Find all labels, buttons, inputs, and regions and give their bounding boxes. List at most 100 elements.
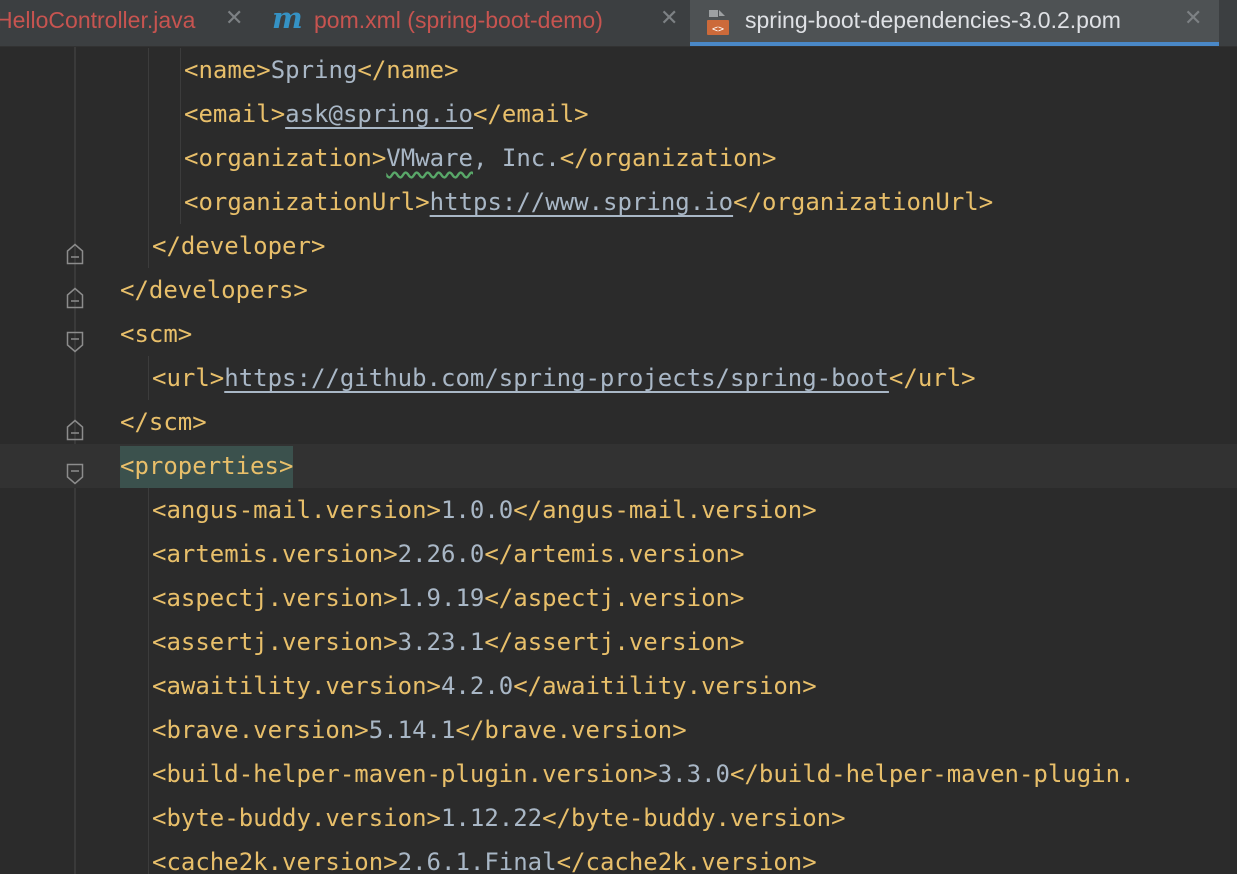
code-text: <url>https://github.com/spring-projects/… xyxy=(152,356,976,400)
code-line[interactable]: <assertj.version>3.23.1</assertj.version… xyxy=(0,620,1237,664)
code-line[interactable]: <byte-buddy.version>1.12.22</byte-buddy.… xyxy=(0,796,1237,840)
code-value: VMware xyxy=(386,144,473,172)
code-link[interactable]: ask@spring.io xyxy=(285,100,473,128)
code-line[interactable]: </developers> xyxy=(0,268,1237,312)
code-link[interactable]: https://github.com/spring-projects/sprin… xyxy=(224,364,889,392)
code-line[interactable]: <artemis.version>2.26.0</artemis.version… xyxy=(0,532,1237,576)
code-line[interactable]: <name>Spring</name> xyxy=(0,48,1237,92)
xml-tag: </name> xyxy=(357,56,459,84)
xml-tag: </assertj.version> xyxy=(484,628,745,656)
xml-tag: <name> xyxy=(184,56,271,84)
xml-tag: <build-helper-maven-plugin.version> xyxy=(152,760,658,788)
xml-tag: <properties> xyxy=(120,446,294,488)
indent-guide xyxy=(148,708,149,752)
tab-hello-controller[interactable]: HelloController.java ✕ xyxy=(0,0,266,46)
code-line[interactable]: <build-helper-maven-plugin.version>3.3.0… xyxy=(0,752,1237,796)
svg-text:<>: <> xyxy=(712,24,724,35)
code-line[interactable]: <brave.version>5.14.1</brave.version> xyxy=(0,708,1237,752)
code-text: <properties> xyxy=(120,444,294,488)
code-value: 4.2.0 xyxy=(440,672,514,700)
xml-tag: </organization> xyxy=(559,144,777,172)
tab-spring-boot-dependencies[interactable]: <> spring-boot-dependencies-3.0.2.pom ✕ xyxy=(690,0,1219,46)
code-text: <aspectj.version>1.9.19</aspectj.version… xyxy=(152,576,744,620)
xml-tag: <cache2k.version> xyxy=(152,848,398,874)
xml-tag: </awaitility.version> xyxy=(513,672,817,700)
xml-tag: <scm> xyxy=(120,320,193,348)
xml-tag: </developers> xyxy=(120,276,308,304)
indent-guide xyxy=(180,180,181,224)
code-line[interactable]: </developer> xyxy=(0,224,1237,268)
xml-tag: <awaitility.version> xyxy=(152,672,441,700)
code-value: 1.12.22 xyxy=(440,804,543,832)
xml-tag: <organizationUrl> xyxy=(184,188,430,216)
code-value: 3.3.0 xyxy=(657,760,730,788)
close-icon[interactable]: ✕ xyxy=(225,5,243,31)
code-line[interactable]: <cache2k.version>2.6.1.Final</cache2k.ve… xyxy=(0,840,1237,874)
tab-label: pom.xml (spring-boot-demo) xyxy=(314,7,603,33)
code-line[interactable]: <aspectj.version>1.9.19</aspectj.version… xyxy=(0,576,1237,620)
code-value: 5.14.1 xyxy=(368,716,456,744)
code-text: <angus-mail.version>1.0.0</angus-mail.ve… xyxy=(152,488,817,532)
fold-end-icon[interactable] xyxy=(66,411,84,441)
active-tab-indicator xyxy=(690,42,1219,46)
xml-tag: <assertj.version> xyxy=(152,628,398,656)
indent-guide xyxy=(180,48,181,92)
xml-tag: </organizationUrl> xyxy=(733,188,994,216)
code-link[interactable]: https://www.spring.io xyxy=(430,188,733,216)
xml-tag: <url> xyxy=(152,364,225,392)
indent-guide xyxy=(148,620,149,664)
code-line[interactable]: <url>https://github.com/spring-projects/… xyxy=(0,356,1237,400)
code-line[interactable]: <organization>VMware, Inc.</organization… xyxy=(0,136,1237,180)
code-text: </developers> xyxy=(120,268,308,312)
pom-file-icon: <> xyxy=(707,10,729,35)
code-line[interactable]: <email>ask@spring.io</email> xyxy=(0,92,1237,136)
close-icon[interactable]: ✕ xyxy=(660,5,678,31)
code-line[interactable]: <scm> xyxy=(0,312,1237,356)
maven-m-icon: m xyxy=(272,1,303,35)
xml-tag: </byte-buddy.version> xyxy=(542,804,846,832)
close-icon[interactable]: ✕ xyxy=(1184,5,1202,31)
editor-tab-bar: HelloController.java ✕ m pom.xml (spring… xyxy=(0,0,1237,47)
code-text: <awaitility.version>4.2.0</awaitility.ve… xyxy=(152,664,817,708)
indent-guide xyxy=(148,92,149,136)
xml-tag: </brave.version> xyxy=(455,716,687,744)
indent-guide xyxy=(148,356,149,400)
code-text: </developer> xyxy=(152,224,325,268)
indent-guide xyxy=(148,136,149,180)
xml-tag: <artemis.version> xyxy=(152,540,398,568)
indent-guide xyxy=(148,752,149,796)
xml-tag: <byte-buddy.version> xyxy=(152,804,441,832)
code-value: 2.6.1.Final xyxy=(397,848,557,874)
xml-tag: </developer> xyxy=(152,232,326,260)
fold-end-icon[interactable] xyxy=(66,279,84,309)
xml-tag: <angus-mail.version> xyxy=(152,496,441,524)
xml-tag: <aspectj.version> xyxy=(152,584,398,612)
xml-tag: <email> xyxy=(184,100,286,128)
xml-tag: </scm> xyxy=(120,408,207,436)
indent-guide xyxy=(148,488,149,532)
fold-end-icon[interactable] xyxy=(66,235,84,265)
xml-tag: </cache2k.version> xyxy=(556,848,817,874)
indent-guide xyxy=(180,92,181,136)
tab-label: spring-boot-dependencies-3.0.2.pom xyxy=(745,7,1121,33)
fold-collapse-icon[interactable] xyxy=(66,455,84,485)
code-line[interactable]: <awaitility.version>4.2.0</awaitility.ve… xyxy=(0,664,1237,708)
code-editor[interactable]: <name>Spring</name> <email>ask@spring.io<… xyxy=(0,47,1237,874)
code-value: 1.0.0 xyxy=(440,496,514,524)
code-text: <assertj.version>3.23.1</assertj.version… xyxy=(152,620,744,664)
code-value: 1.9.19 xyxy=(397,584,485,612)
tab-pom-xml[interactable]: m pom.xml (spring-boot-demo) ✕ xyxy=(272,0,690,46)
code-line[interactable]: </scm> xyxy=(0,400,1237,444)
code-text: <name>Spring</name> xyxy=(184,48,459,92)
code-line-current[interactable]: <properties> xyxy=(0,444,1237,488)
fold-collapse-icon[interactable] xyxy=(66,323,84,353)
code-text: <brave.version>5.14.1</brave.version> xyxy=(152,708,687,752)
indent-guide xyxy=(148,796,149,840)
code-line[interactable]: <angus-mail.version>1.0.0</angus-mail.ve… xyxy=(0,488,1237,532)
indent-guide xyxy=(180,136,181,180)
xml-tag: <organization> xyxy=(184,144,387,172)
xml-tag: </email> xyxy=(473,100,589,128)
indent-guide xyxy=(148,576,149,620)
code-value: 2.26.0 xyxy=(397,540,485,568)
code-line[interactable]: <organizationUrl>https://www.spring.io</… xyxy=(0,180,1237,224)
